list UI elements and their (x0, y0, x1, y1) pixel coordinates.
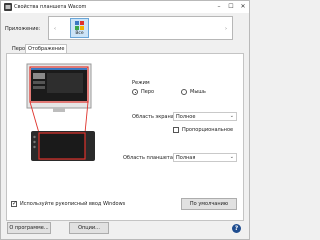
tablet-properties-window: Свойства планшета Wacom – ☐ ✕ Приложение… (0, 0, 250, 240)
tablet-area-value: Полная (176, 155, 196, 161)
app-tile-all[interactable]: Все (70, 18, 89, 38)
mode-label: Режим (132, 80, 150, 86)
chevron-down-icon: ⌄ (229, 113, 234, 119)
radio-dot[interactable] (132, 89, 138, 95)
window-title: Свойства планшета Wacom (14, 4, 87, 10)
radio-label: Мышь (190, 89, 206, 95)
windows-ink-label: Используйте рукописный ввод Windows (20, 201, 126, 207)
tablet-area-label: Область планшета (123, 155, 173, 161)
applications-list[interactable]: Все ‹ › (48, 16, 233, 40)
help-icon[interactable]: ? (232, 224, 241, 233)
scroll-left-icon[interactable]: ‹ (50, 20, 60, 38)
screen-area-label: Область экрана (132, 114, 174, 120)
about-button[interactable]: О программе... (7, 222, 51, 234)
app-tile-label: Все (75, 31, 84, 36)
radio-dot[interactable] (181, 89, 187, 95)
title-bar[interactable]: Свойства планшета Wacom – ☐ ✕ (1, 1, 249, 13)
proportional-checkbox[interactable] (173, 127, 179, 133)
radio-label: Перо (141, 89, 155, 95)
applications-row: Приложение: Все ‹ › (1, 13, 249, 43)
proportional-label: Пропорциональное (182, 127, 234, 133)
default-button[interactable]: По умолчанию (181, 198, 237, 210)
minimize-icon[interactable]: – (214, 2, 224, 11)
screen-area-select[interactable]: Полное ⌄ (173, 112, 237, 121)
wacom-app-icon (4, 3, 12, 11)
screen-area-value: Полное (176, 114, 196, 120)
applications-label: Приложение: (5, 26, 41, 32)
mapping-diagram (26, 63, 95, 161)
chevron-down-icon: ⌄ (229, 154, 234, 160)
tablet-area-select[interactable]: Полная ⌄ (173, 153, 237, 162)
windows-ink-checkbox[interactable] (11, 200, 17, 207)
options-button[interactable]: Опции... (69, 222, 109, 234)
maximize-icon[interactable]: ☐ (226, 2, 236, 11)
app-grid-icon (75, 21, 84, 30)
close-icon[interactable]: ✕ (238, 2, 248, 11)
tablet-icon (31, 131, 95, 161)
monitor-icon (26, 63, 92, 112)
scroll-right-icon[interactable]: › (221, 20, 231, 38)
